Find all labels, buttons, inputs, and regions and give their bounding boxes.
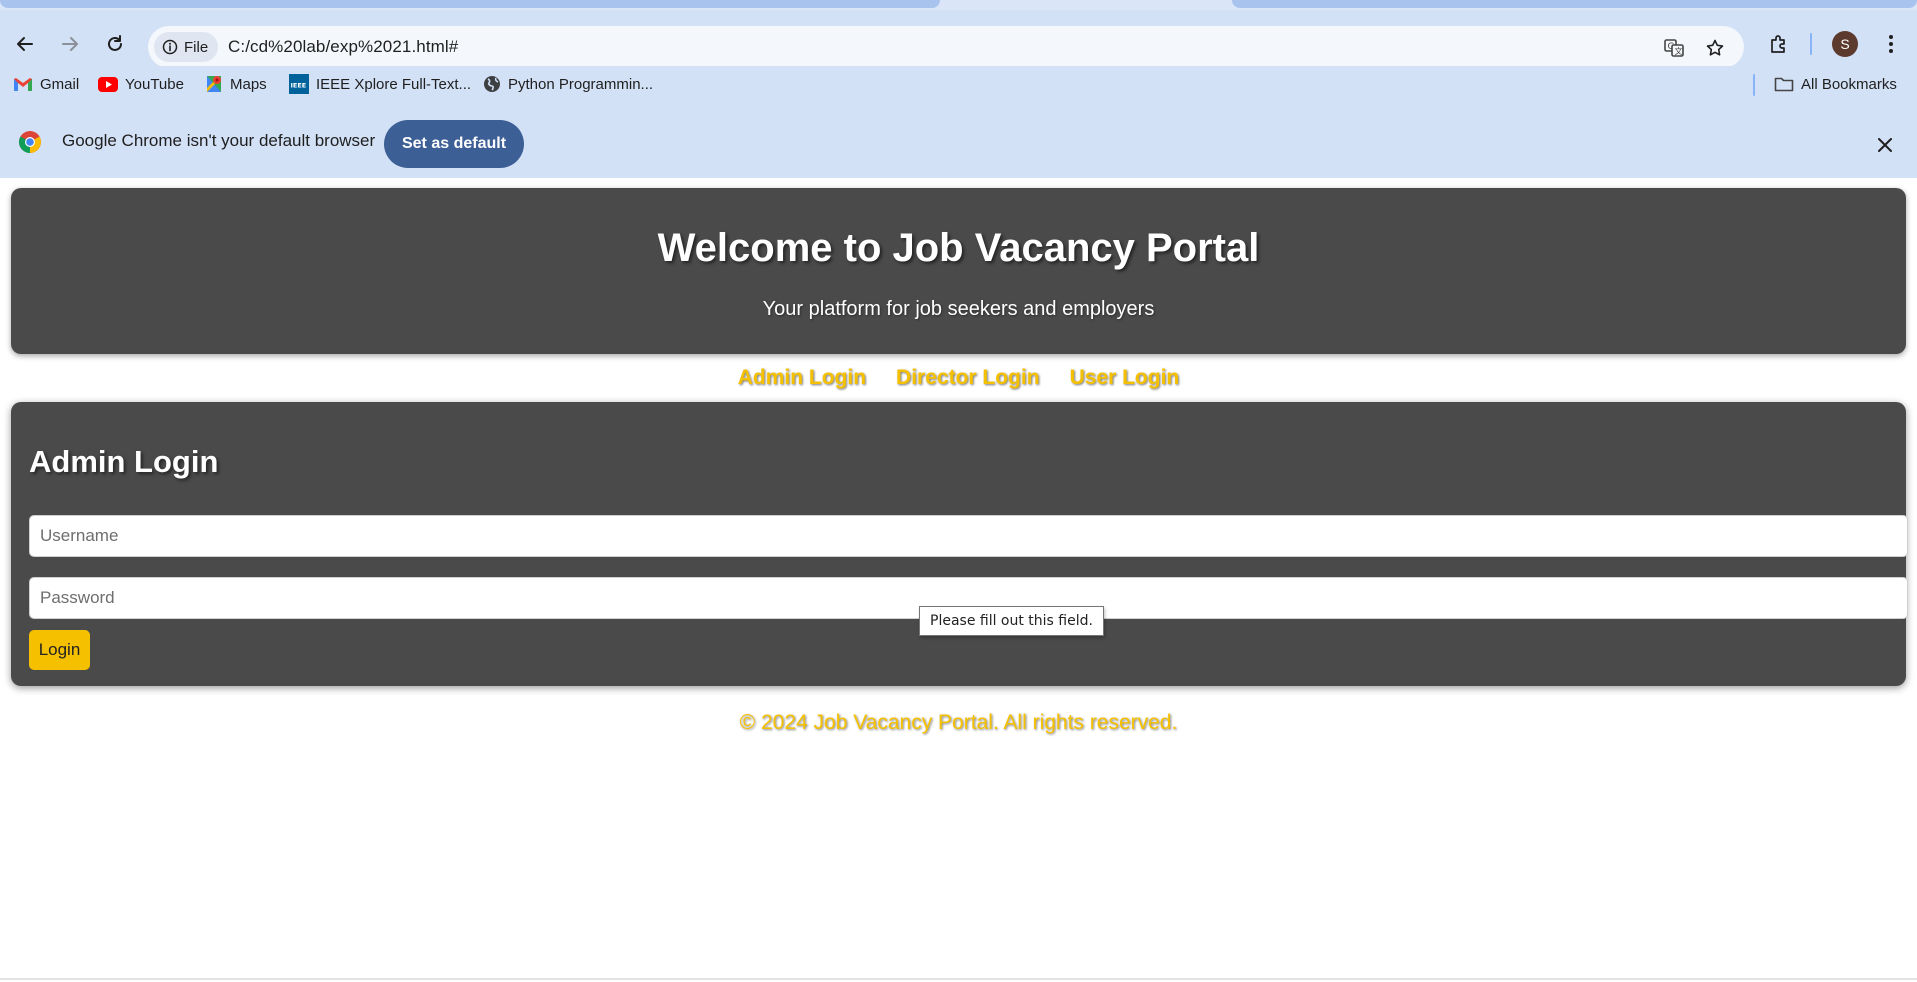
back-button[interactable] xyxy=(7,26,43,62)
page-title: Welcome to Job Vacancy Portal xyxy=(657,226,1260,270)
all-bookmarks-button[interactable]: All Bookmarks xyxy=(1774,72,1897,96)
nav-link-director-login[interactable]: Director Login xyxy=(896,366,1040,392)
infobar-message: Google Chrome isn't your default browser xyxy=(62,131,376,150)
info-icon xyxy=(162,39,178,55)
bookmarks-divider xyxy=(1753,74,1755,96)
gmail-icon xyxy=(14,77,32,91)
ieee-icon: IEEE xyxy=(289,74,309,94)
tab-left[interactable] xyxy=(0,0,940,8)
address-bar[interactable]: File C:/cd%20lab/exp%2021.html# G文 xyxy=(148,26,1744,68)
toolbar-divider xyxy=(1810,33,1812,55)
nav-link-admin-login[interactable]: Admin Login xyxy=(738,366,866,392)
site-chip-label: File xyxy=(184,38,209,56)
bookmark-label: Gmail xyxy=(40,75,80,93)
translate-icon: G文 xyxy=(1664,39,1684,57)
infobar-close-button[interactable] xyxy=(1870,130,1900,160)
site-info-chip[interactable]: File xyxy=(154,32,219,62)
bookmark-label: Python Programmin... xyxy=(508,75,654,93)
forward-arrow-icon xyxy=(62,37,78,51)
folder-icon xyxy=(1774,77,1794,92)
bookmark-label: Maps xyxy=(230,75,267,93)
avatar: S xyxy=(1832,31,1858,57)
admin-login-panel: Admin Login Login xyxy=(11,402,1908,686)
browser-window: File C:/cd%20lab/exp%2021.html# G文 S Gma… xyxy=(0,0,1917,982)
bookmarks-bar: Gmail YouTube Maps IEEE IEEE Xplore Full… xyxy=(0,66,1917,102)
bookmark-gmail[interactable]: Gmail xyxy=(13,72,79,96)
chrome-logo-icon xyxy=(19,131,41,153)
back-arrow-icon xyxy=(17,37,33,51)
username-input[interactable] xyxy=(29,515,1908,557)
window-bottom-border xyxy=(0,978,1917,980)
bookmark-label: IEEE Xplore Full-Text... xyxy=(316,75,472,93)
footer-copyright: © 2024 Job Vacancy Portal. All rights re… xyxy=(739,711,1178,734)
page-header: Welcome to Job Vacancy Portal Your platf… xyxy=(11,188,1906,354)
youtube-icon xyxy=(98,76,118,92)
extensions-button[interactable] xyxy=(1761,26,1797,62)
forward-button[interactable] xyxy=(52,26,88,62)
reload-icon xyxy=(108,35,122,51)
login-nav: Admin Login Director Login User Login xyxy=(0,366,1917,392)
star-icon xyxy=(1706,39,1724,56)
bookmark-maps[interactable]: Maps xyxy=(205,72,267,96)
maps-icon xyxy=(207,76,221,92)
bookmark-python[interactable]: Python Programmin... xyxy=(483,72,653,96)
bookmark-star-button[interactable] xyxy=(1701,34,1729,62)
tab-right[interactable] xyxy=(1232,0,1917,8)
reload-button[interactable] xyxy=(97,26,133,62)
validation-tooltip: Please fill out this field. xyxy=(919,606,1104,636)
page-subtitle: Your platform for job seekers and employ… xyxy=(762,298,1155,320)
login-button[interactable]: Login xyxy=(29,630,90,670)
url-text[interactable]: C:/cd%20lab/exp%2021.html# xyxy=(228,37,458,57)
puzzle-icon xyxy=(1771,35,1785,53)
svg-text:IEEE: IEEE xyxy=(291,82,307,90)
svg-text:文: 文 xyxy=(1675,46,1683,56)
nav-link-user-login[interactable]: User Login xyxy=(1070,366,1180,392)
bookmark-ieee[interactable]: IEEE IEEE Xplore Full-Text... xyxy=(289,72,471,96)
kebab-menu-icon xyxy=(1889,35,1893,53)
default-browser-infobar: Google Chrome isn't your default browser… xyxy=(0,102,1917,178)
profile-button[interactable]: S xyxy=(1827,26,1863,62)
bookmark-youtube[interactable]: YouTube xyxy=(98,72,184,96)
close-icon xyxy=(1878,138,1892,152)
bookmark-label: YouTube xyxy=(125,75,184,93)
login-panel-title: Admin Login xyxy=(29,444,219,479)
menu-button[interactable] xyxy=(1873,26,1909,62)
tab-strip xyxy=(0,0,1917,10)
translate-button[interactable]: G文 xyxy=(1660,34,1688,62)
globe-icon xyxy=(484,76,500,92)
all-bookmarks-label: All Bookmarks xyxy=(1801,75,1897,93)
set-as-default-button[interactable]: Set as default xyxy=(384,120,524,168)
